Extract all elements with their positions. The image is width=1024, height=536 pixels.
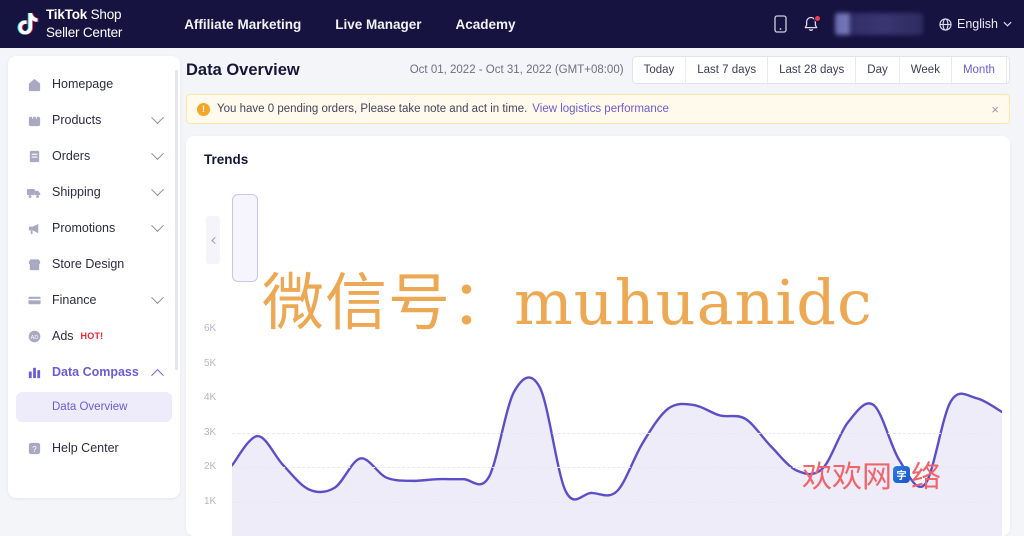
page-header: Data Overview Oct 01, 2022 - Oct 31, 202… bbox=[186, 48, 1024, 92]
brand-logo[interactable]: TikTok Shop Seller Center bbox=[14, 6, 122, 42]
sidebar-label-finance: Finance bbox=[52, 293, 97, 307]
range-button-last-28-days[interactable]: Last 28 days bbox=[768, 57, 857, 83]
sidebar-item-store-design[interactable]: Store Design bbox=[16, 246, 172, 282]
card-icon bbox=[26, 292, 42, 308]
chevron-down-icon bbox=[151, 290, 164, 304]
brand-shop: Shop bbox=[87, 7, 122, 23]
svg-text:?: ? bbox=[32, 444, 37, 453]
alert-message: You have 0 pending orders, Please take n… bbox=[217, 103, 528, 115]
sidebar-subitem-data-overview[interactable]: Data Overview bbox=[16, 392, 172, 422]
trends-chart: 1K 2K 3K 4K 5K 6K bbox=[186, 312, 1010, 536]
brand-text: TikTok Shop Seller Center bbox=[46, 6, 122, 42]
language-selector[interactable]: English bbox=[939, 17, 1012, 31]
sidebar-sublabel-data-overview: Data Overview bbox=[52, 401, 128, 413]
scroll-left-button[interactable] bbox=[206, 216, 220, 264]
date-range-label: Oct 01, 2022 - Oct 31, 2022 (GMT+08:00) bbox=[409, 64, 624, 76]
metric-card-selected[interactable] bbox=[232, 194, 258, 282]
sidebar-label-products: Products bbox=[52, 113, 102, 127]
chart-gridline bbox=[232, 432, 996, 434]
sidebar-label-promotions: Promotions bbox=[52, 221, 116, 235]
trends-title: Trends bbox=[204, 152, 249, 167]
sidebar-item-homepage[interactable]: Homepage bbox=[16, 66, 172, 102]
ads-icon: AD bbox=[26, 328, 42, 344]
svg-text:AD: AD bbox=[30, 334, 38, 340]
sidebar-label-store-design: Store Design bbox=[52, 257, 125, 271]
nav-link-live-manager[interactable]: Live Manager bbox=[335, 17, 421, 32]
globe-icon bbox=[939, 17, 952, 31]
sidebar-label-orders: Orders bbox=[52, 149, 91, 163]
language-label: English bbox=[957, 17, 998, 31]
storefront-icon bbox=[26, 256, 42, 272]
sidebar-label-ads: Ads bbox=[52, 329, 74, 343]
pending-orders-alert: You have 0 pending orders, Please take n… bbox=[186, 94, 1010, 124]
chart-gridline bbox=[232, 467, 996, 469]
ads-hot-badge: HOT! bbox=[80, 331, 104, 341]
nav-link-academy[interactable]: Academy bbox=[456, 17, 516, 32]
sidebar-item-products[interactable]: Products bbox=[16, 102, 172, 138]
view-logistics-performance-link[interactable]: View logistics performance bbox=[532, 103, 669, 115]
chevron-down-icon bbox=[151, 146, 164, 160]
sidebar-item-shipping[interactable]: Shipping bbox=[16, 174, 172, 210]
chart-ytick-4K: 4K bbox=[204, 392, 217, 404]
home-icon bbox=[26, 76, 42, 92]
range-button-week[interactable]: Week bbox=[900, 57, 952, 83]
sidebar-label-help-center: Help Center bbox=[52, 441, 119, 455]
close-icon[interactable]: × bbox=[991, 103, 999, 116]
main-nav-links: Affiliate Marketing Live Manager Academy bbox=[184, 17, 515, 32]
sidebar: Homepage Products Orders Shipping Promot… bbox=[8, 56, 180, 498]
range-button-custom[interactable]: Custom bbox=[1007, 57, 1009, 83]
question-icon: ? bbox=[26, 440, 42, 456]
chart-gridline bbox=[232, 501, 996, 503]
mobile-icon[interactable] bbox=[774, 15, 787, 33]
sidebar-scrollbar[interactable] bbox=[175, 70, 178, 370]
chart-ytick-5K: 5K bbox=[204, 357, 217, 369]
sidebar-item-data-compass[interactable]: Data Compass bbox=[16, 354, 172, 390]
clipboard-icon bbox=[26, 148, 42, 164]
range-button-today[interactable]: Today bbox=[633, 57, 687, 83]
chevron-down-icon bbox=[151, 218, 164, 232]
nav-link-affiliate-marketing[interactable]: Affiliate Marketing bbox=[184, 17, 301, 32]
chart-ytick-1K: 1K bbox=[204, 495, 217, 507]
chart-ytick-3K: 3K bbox=[204, 426, 217, 438]
truck-icon bbox=[26, 184, 42, 200]
notification-dot bbox=[814, 14, 821, 22]
chevron-down-icon bbox=[151, 182, 164, 196]
chevron-down-icon bbox=[1003, 21, 1012, 27]
tiktok-note-icon bbox=[14, 10, 40, 38]
megaphone-icon bbox=[26, 220, 42, 236]
sidebar-label-homepage: Homepage bbox=[52, 77, 114, 91]
sidebar-item-orders[interactable]: Orders bbox=[16, 138, 172, 174]
top-navigation-bar: TikTok Shop Seller Center Affiliate Mark… bbox=[0, 0, 1024, 48]
sidebar-item-ads[interactable]: AD Ads HOT! bbox=[16, 318, 172, 354]
sidebar-label-shipping: Shipping bbox=[52, 185, 101, 199]
chart-ytick-6K: 6K bbox=[204, 323, 217, 335]
trends-card: Trends 1K 2K 3K 4K 5K 6K bbox=[186, 136, 1010, 536]
brand-tiktok: TikTok bbox=[46, 7, 88, 23]
metric-card-strip bbox=[200, 194, 1010, 286]
sidebar-item-finance[interactable]: Finance bbox=[16, 282, 172, 318]
bag-icon bbox=[26, 112, 42, 128]
page-title: Data Overview bbox=[186, 60, 300, 79]
user-profile-avatar[interactable] bbox=[835, 13, 923, 35]
main-content: Data Overview Oct 01, 2022 - Oct 31, 202… bbox=[186, 48, 1024, 536]
chevron-down-icon bbox=[151, 110, 164, 124]
barchart-icon bbox=[26, 364, 42, 380]
range-button-month[interactable]: Month bbox=[952, 57, 1007, 83]
date-range-button-group: Today Last 7 days Last 28 days Day Week … bbox=[631, 56, 1010, 84]
brand-seller-center: Seller Center bbox=[46, 25, 123, 40]
chevron-left-icon bbox=[210, 236, 218, 244]
range-button-last-7-days[interactable]: Last 7 days bbox=[686, 57, 769, 83]
range-button-day[interactable]: Day bbox=[856, 57, 900, 83]
sidebar-label-data-compass: Data Compass bbox=[52, 365, 139, 379]
sidebar-item-help-center[interactable]: ? Help Center bbox=[16, 430, 172, 466]
sidebar-item-promotions[interactable]: Promotions bbox=[16, 210, 172, 246]
chart-ytick-2K: 2K bbox=[204, 461, 217, 473]
bell-icon[interactable] bbox=[803, 14, 821, 33]
chevron-up-icon bbox=[151, 368, 164, 382]
warning-icon bbox=[197, 102, 210, 116]
nav-right-group: English bbox=[774, 13, 1012, 35]
